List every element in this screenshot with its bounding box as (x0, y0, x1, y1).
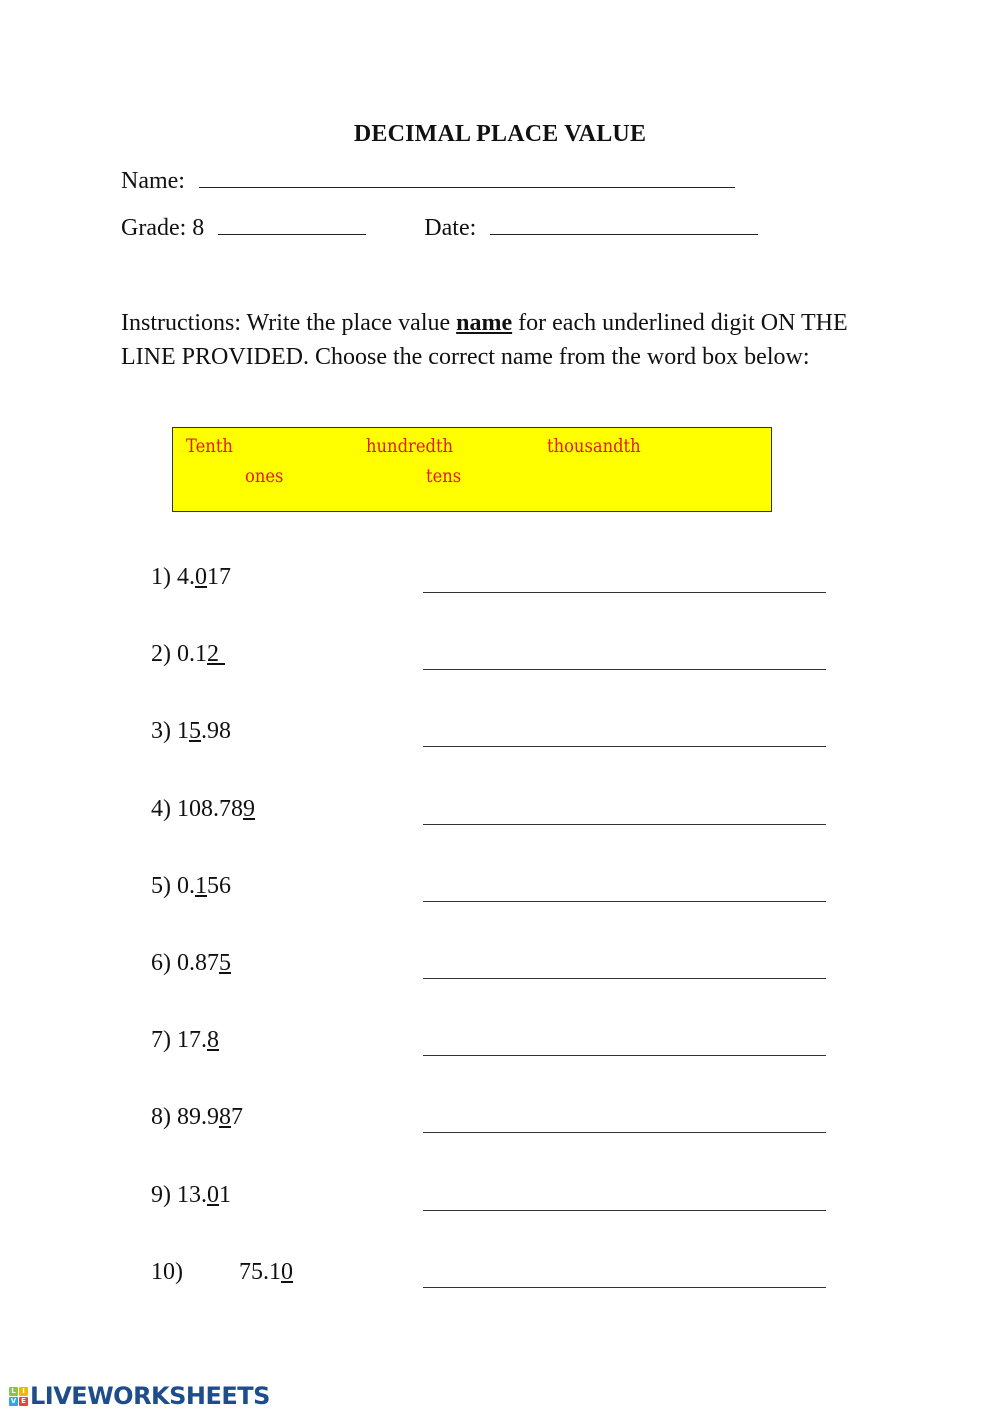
grade-field[interactable] (218, 233, 367, 235)
underlined-digit: 5 (189, 718, 201, 745)
word-thousandth: thousandth (547, 435, 641, 457)
answer-line[interactable] (423, 823, 826, 825)
digits-after: 1 (219, 1181, 231, 1208)
logo-square-v: V (9, 1396, 18, 1406)
date-label: Date: (424, 215, 477, 241)
digits-before: 89.9 (177, 1104, 219, 1131)
name-label: Name: (121, 168, 185, 194)
instructions: Instructions: Write the place value name… (121, 307, 891, 374)
answer-line[interactable] (423, 1055, 826, 1057)
digits-before: 108.78 (177, 795, 243, 822)
question-item: 2) 0.12 (151, 641, 225, 668)
question-value: 4.017 (177, 564, 231, 590)
digits-before: 4. (177, 564, 195, 590)
question-item: 3) 15.98 (151, 718, 231, 745)
digits-before: 0.1 (177, 641, 207, 668)
word-hundredth: hundredth (366, 435, 454, 457)
question-number: 5) (151, 872, 177, 899)
logo-square-i: I (19, 1386, 28, 1396)
instructions-text: Instructions: Write the place value (121, 310, 457, 336)
grade-date-row: Grade: 8 Date: (121, 215, 759, 242)
word-tens: tens (426, 465, 462, 487)
logo-square-e: E (19, 1396, 28, 1406)
question-value: 13.01 (177, 1182, 231, 1208)
digits-before: 0. (177, 872, 195, 899)
answer-line[interactable] (423, 900, 826, 902)
question-item: 8) 89.987 (151, 1104, 243, 1131)
digits-before: 17. (177, 1027, 207, 1054)
digits-before: 1 (177, 718, 189, 745)
underlined-digit: 5 (219, 950, 231, 976)
question-value: 108.789 (177, 796, 255, 822)
answer-line[interactable] (423, 1209, 826, 1211)
question-number: 10) (151, 1258, 183, 1285)
underlined-digit: 0 (281, 1258, 293, 1285)
question-value: 17.8 (177, 1027, 219, 1053)
question-value: 0.875 (177, 950, 231, 976)
liveworksheets-logo: L I V E LIVEWORKSHEETS (9, 1382, 270, 1410)
date-field[interactable] (490, 233, 759, 235)
digits-after: 7 (231, 1104, 243, 1131)
question-item: 7) 17.8 (151, 1027, 219, 1054)
word-tenth: Tenth (186, 435, 233, 457)
question-number: 2) (151, 641, 177, 668)
question-item: 10) 75.10 (151, 1259, 293, 1286)
question-value: 15.98 (177, 718, 231, 744)
digits-after: .98 (201, 718, 231, 745)
name-field[interactable] (198, 186, 735, 188)
question-item: 6) 0.875 (151, 950, 231, 977)
logo-square-l: L (9, 1386, 18, 1396)
question-item: 5) 0.156 (151, 873, 231, 900)
question-item: 4) 108.789 (151, 796, 255, 823)
underlined-digit: 9 (243, 795, 255, 822)
grade-label: Grade: 8 (121, 215, 205, 241)
underlined-digit: 0 (195, 564, 207, 590)
underlined-digit: 2 (207, 641, 225, 668)
question-number: 8) (151, 1104, 177, 1131)
answer-line[interactable] (423, 1286, 826, 1288)
digits-after: 56 (207, 872, 231, 899)
question-number: 4) (151, 795, 177, 822)
logo-text: LIVEWORKSHEETS (30, 1382, 270, 1410)
question-value: 0.156 (177, 873, 231, 899)
underlined-digit: 1 (195, 872, 207, 899)
question-number: 1) (151, 564, 177, 590)
question-number: 9) (151, 1181, 177, 1208)
logo-squares-icon: L I V E (9, 1386, 28, 1406)
word-ones: ones (245, 465, 284, 487)
question-number: 6) (151, 950, 177, 976)
underlined-digit: 8 (207, 1027, 219, 1054)
question-number: 3) (151, 718, 177, 745)
question-value: 89.987 (177, 1104, 243, 1130)
name-row: Name: (121, 168, 735, 195)
question-value: 75.10 (239, 1259, 293, 1285)
underlined-digit: 0 (207, 1181, 219, 1208)
answer-line[interactable] (423, 592, 826, 593)
digits-after: 17 (207, 564, 231, 590)
digits-before: 13. (177, 1181, 207, 1208)
question-number: 7) (151, 1027, 177, 1054)
answer-line[interactable] (423, 746, 826, 748)
question-item: 9) 13.01 (151, 1182, 231, 1209)
digits-before: 75.1 (239, 1258, 281, 1285)
answer-line[interactable] (423, 1132, 826, 1134)
instructions-emphasis: name (456, 310, 513, 336)
worksheet-title: DECIMAL PLACE VALUE (353, 121, 647, 147)
answer-line[interactable] (423, 978, 826, 979)
question-value: 0.12 (177, 641, 225, 667)
digits-before: 0.87 (177, 950, 219, 976)
question-item: 1) 4.017 (151, 564, 231, 591)
word-box: Tenth hundredth thousandth ones tens (172, 427, 772, 512)
underlined-digit: 8 (219, 1104, 231, 1131)
answer-line[interactable] (423, 669, 826, 671)
